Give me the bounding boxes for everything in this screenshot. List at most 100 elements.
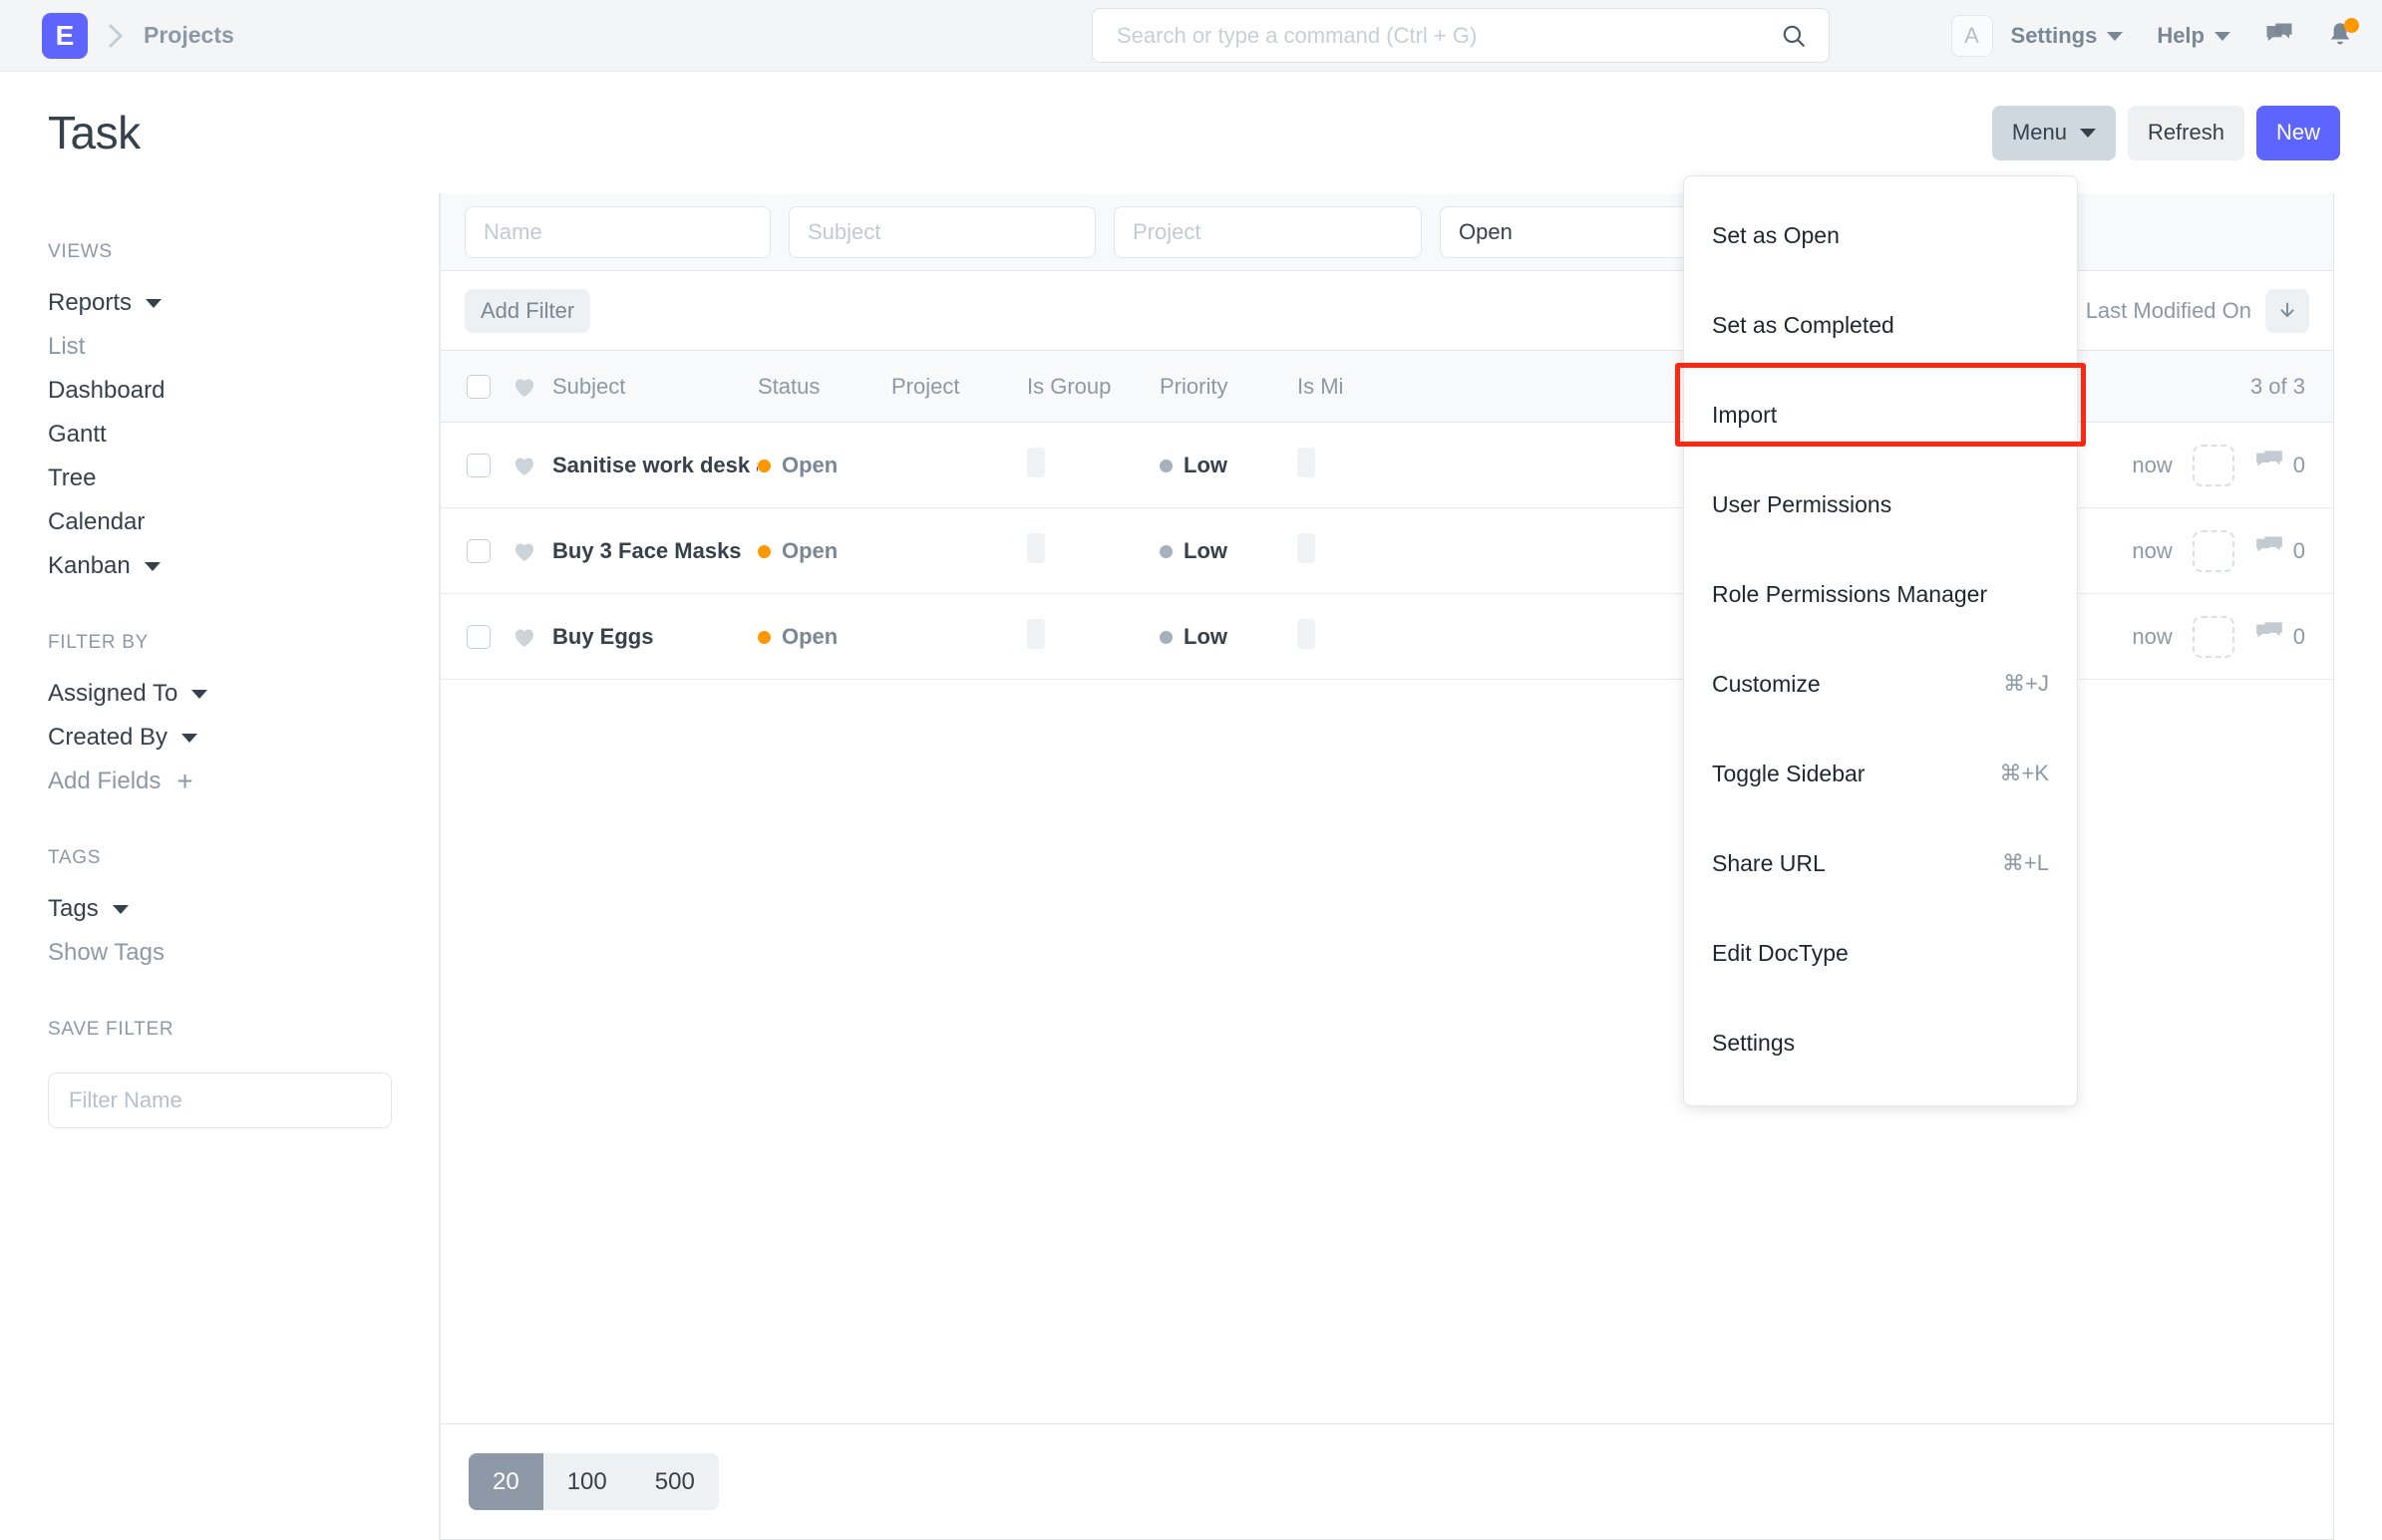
row-like-cell[interactable] bbox=[512, 540, 552, 562]
breadcrumb-separator-icon bbox=[106, 21, 128, 51]
row-like-cell[interactable] bbox=[512, 626, 552, 648]
main-content: Add Filter Last Modified On bbox=[440, 193, 2382, 1540]
sidebar-tags[interactable]: Tags bbox=[48, 887, 391, 931]
menu-item-set-as-open[interactable]: Set as Open bbox=[1684, 190, 2077, 280]
row-like-cell[interactable] bbox=[512, 455, 552, 476]
menu-item-share-url[interactable]: Share URL ⌘+L bbox=[1684, 818, 2077, 908]
chevron-down-icon bbox=[145, 562, 161, 571]
arrow-down-icon[interactable] bbox=[2265, 289, 2309, 333]
menu-item-customize[interactable]: Customize ⌘+J bbox=[1684, 639, 2077, 729]
chat-icon[interactable] bbox=[2264, 21, 2294, 51]
new-button[interactable]: New bbox=[2256, 106, 2340, 160]
empty-value-placeholder bbox=[1297, 533, 1315, 563]
assignee-avatar-placeholder[interactable] bbox=[2193, 616, 2234, 658]
menu-item-edit-doctype[interactable]: Edit DocType bbox=[1684, 908, 2077, 998]
sidebar-item-list[interactable]: List bbox=[48, 325, 391, 369]
row-subject[interactable]: Buy Eggs bbox=[552, 624, 758, 650]
row-checkbox[interactable] bbox=[467, 539, 491, 563]
heart-icon[interactable] bbox=[512, 626, 536, 648]
column-header-priority[interactable]: Priority bbox=[1160, 374, 1297, 400]
bell-icon[interactable] bbox=[2326, 21, 2354, 51]
column-header-project[interactable]: Project bbox=[891, 374, 1027, 400]
menu-button-label: Menu bbox=[2012, 120, 2067, 146]
heart-icon[interactable] bbox=[512, 540, 536, 562]
assignee-avatar-placeholder[interactable] bbox=[2193, 445, 2234, 486]
chevron-down-icon bbox=[191, 690, 207, 699]
row-is-milestone bbox=[1297, 448, 1427, 483]
row-comment-group[interactable]: 0 bbox=[2254, 534, 2305, 568]
menu-item-label: Customize bbox=[1712, 671, 1821, 698]
select-all-checkbox[interactable] bbox=[467, 375, 491, 399]
page-size-20[interactable]: 20 bbox=[469, 1453, 543, 1510]
column-header-subject[interactable]: Subject bbox=[552, 374, 758, 400]
filter-name-field[interactable] bbox=[465, 206, 771, 258]
filter-name-input[interactable] bbox=[48, 1073, 392, 1128]
sidebar-filter-heading: FILTER BY bbox=[48, 632, 391, 654]
row-comment-group[interactable]: 0 bbox=[2254, 620, 2305, 654]
nav-settings[interactable]: Settings bbox=[2011, 23, 2124, 49]
menu-item-settings[interactable]: Settings bbox=[1684, 998, 2077, 1087]
menu-item-set-as-completed[interactable]: Set as Completed bbox=[1684, 280, 2077, 370]
priority-dot-icon bbox=[1160, 460, 1173, 472]
refresh-button[interactable]: Refresh bbox=[2128, 106, 2244, 160]
sidebar-item-calendar[interactable]: Calendar bbox=[48, 500, 391, 544]
avatar[interactable]: A bbox=[1951, 15, 1993, 57]
search-icon[interactable] bbox=[1781, 23, 1807, 49]
row-comment-group[interactable]: 0 bbox=[2254, 449, 2305, 482]
sidebar-item-reports[interactable]: Reports bbox=[48, 281, 391, 325]
row-count-label: 3 of 3 bbox=[2250, 374, 2305, 400]
search-input[interactable] bbox=[1115, 22, 1781, 50]
sidebar-views-heading: VIEWS bbox=[48, 241, 391, 263]
row-subject[interactable]: Buy 3 Face Masks bbox=[552, 538, 758, 564]
row-is-group bbox=[1027, 448, 1160, 483]
column-header-is-milestone[interactable]: Is Mi bbox=[1297, 374, 1427, 400]
sidebar: VIEWS Reports List Dashboard Gantt Tree … bbox=[0, 193, 440, 1540]
filter-project-field[interactable] bbox=[1114, 206, 1422, 258]
menu-item-import[interactable]: Import bbox=[1684, 370, 2077, 460]
page-size-100[interactable]: 100 bbox=[543, 1453, 631, 1510]
menu-item-user-permissions[interactable]: User Permissions bbox=[1684, 460, 2077, 549]
sidebar-add-fields[interactable]: Add Fields + bbox=[48, 760, 391, 803]
menu-item-shortcut: ⌘+K bbox=[1999, 761, 2049, 786]
sidebar-item-label: Created By bbox=[48, 724, 168, 752]
menu-item-label: Set as Open bbox=[1712, 222, 1840, 249]
row-subject[interactable]: Sanitise work desk an bbox=[552, 453, 758, 478]
column-header-is-group[interactable]: Is Group bbox=[1027, 374, 1160, 400]
menu-item-role-permissions-manager[interactable]: Role Permissions Manager bbox=[1684, 549, 2077, 639]
row-modified: now bbox=[2132, 538, 2172, 564]
sidebar-item-label: List bbox=[48, 333, 85, 361]
menu-item-label: User Permissions bbox=[1712, 491, 1891, 518]
sidebar-item-gantt[interactable]: Gantt bbox=[48, 413, 391, 457]
heart-icon[interactable] bbox=[512, 455, 536, 476]
app-logo[interactable]: E bbox=[42, 13, 88, 59]
assignee-avatar-placeholder[interactable] bbox=[2193, 530, 2234, 572]
menu-button[interactable]: Menu bbox=[1992, 106, 2116, 160]
row-status-label: Open bbox=[782, 453, 838, 477]
sidebar-filter-created-by[interactable]: Created By bbox=[48, 716, 391, 760]
global-search[interactable] bbox=[1092, 8, 1830, 63]
comment-icon bbox=[2254, 620, 2284, 654]
chevron-down-icon bbox=[2080, 129, 2096, 138]
nav-help[interactable]: Help bbox=[2157, 23, 2230, 49]
sidebar-show-tags[interactable]: Show Tags bbox=[48, 931, 391, 975]
column-header-status[interactable]: Status bbox=[758, 374, 891, 400]
nav-help-label: Help bbox=[2157, 23, 2205, 49]
row-checkbox[interactable] bbox=[467, 454, 491, 477]
menu-item-toggle-sidebar[interactable]: Toggle Sidebar ⌘+K bbox=[1684, 729, 2077, 818]
page-size-selector: 20 100 500 bbox=[469, 1453, 719, 1510]
sidebar-item-tree[interactable]: Tree bbox=[48, 457, 391, 500]
sidebar-item-dashboard[interactable]: Dashboard bbox=[48, 369, 391, 413]
page-size-500[interactable]: 500 bbox=[631, 1453, 719, 1510]
breadcrumb-projects[interactable]: Projects bbox=[144, 22, 234, 49]
row-priority: Low bbox=[1160, 453, 1297, 478]
sort-field-label[interactable]: Last Modified On bbox=[2086, 298, 2251, 324]
filter-subject-field[interactable] bbox=[789, 206, 1096, 258]
row-meta: now 0 bbox=[2132, 616, 2305, 658]
comment-count: 0 bbox=[2293, 624, 2305, 650]
nav-settings-label: Settings bbox=[2011, 23, 2098, 49]
sidebar-filter-assigned-to[interactable]: Assigned To bbox=[48, 672, 391, 716]
sidebar-item-kanban[interactable]: Kanban bbox=[48, 544, 391, 588]
add-filter-button[interactable]: Add Filter bbox=[465, 289, 590, 333]
sidebar-item-label: Add Fields bbox=[48, 768, 161, 795]
row-checkbox[interactable] bbox=[467, 625, 491, 649]
